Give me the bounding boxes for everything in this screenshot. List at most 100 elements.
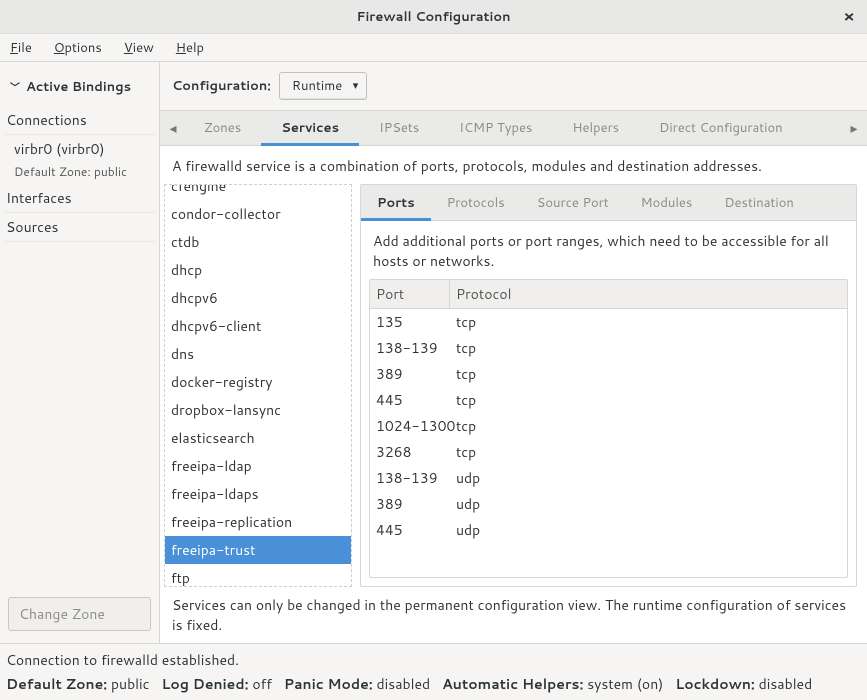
port-cell: 138-139 xyxy=(376,468,456,488)
subtab-modules[interactable]: Modules xyxy=(625,185,709,221)
subtab-source-port[interactable]: Source Port xyxy=(521,185,625,221)
status-auto-helpers-v: system (on) xyxy=(587,674,663,694)
status-lockdown-k: Lockdown: xyxy=(675,674,755,694)
subtab-ports[interactable]: Ports xyxy=(361,185,431,221)
ports-row[interactable]: 445udp xyxy=(370,517,847,543)
tab-services[interactable]: Services xyxy=(261,110,359,146)
status-lockdown-v: disabled xyxy=(759,674,813,694)
ports-desc: Add additional ports or port ranges, whi… xyxy=(361,221,856,279)
service-item[interactable]: dhcpv6 xyxy=(165,284,351,312)
menu-view[interactable]: View xyxy=(120,37,158,59)
protocol-cell: tcp xyxy=(456,416,476,436)
service-item[interactable]: dhcp xyxy=(165,256,351,284)
config-dropdown[interactable]: Runtime xyxy=(279,72,367,100)
service-item[interactable]: dropbox-lansync xyxy=(165,396,351,424)
ports-header-port[interactable]: Port xyxy=(370,280,450,308)
config-row: Configuration: Runtime xyxy=(160,62,867,110)
ports-row[interactable]: 138-139udp xyxy=(370,465,847,491)
tab-zones[interactable]: Zones xyxy=(184,110,261,146)
service-item[interactable]: freeipa-ldaps xyxy=(165,480,351,508)
tab-scroll-right-icon[interactable]: ▸ xyxy=(843,118,865,138)
menu-file[interactable]: File xyxy=(6,37,36,59)
statusbar-connection: Connection to firewalld established. xyxy=(0,643,867,672)
ports-row[interactable]: 3268tcp xyxy=(370,439,847,465)
main-tabbar: ◂ Zones Services IPSets ICMP Types Helpe… xyxy=(160,110,867,146)
service-list[interactable]: cfenginecondor-collectorctdbdhcpdhcpv6dh… xyxy=(164,184,352,587)
menu-help[interactable]: Help xyxy=(172,37,208,59)
status-default-zone-k: Default Zone: xyxy=(6,674,107,694)
protocol-cell: tcp xyxy=(456,442,476,462)
sources-header: Sources xyxy=(4,213,155,242)
statusbar-info: Default Zone: public Log Denied: off Pan… xyxy=(0,672,867,700)
service-item[interactable]: dhcpv6-client xyxy=(165,312,351,340)
ports-header-protocol[interactable]: Protocol xyxy=(450,280,517,308)
services-desc: A firewalld service is a combination of … xyxy=(160,146,867,184)
protocol-cell: udp xyxy=(456,520,480,540)
sidebar: ﹀ Active Bindings Connections virbr0 (vi… xyxy=(0,62,160,643)
status-default-zone-v: public xyxy=(111,674,149,694)
protocol-cell: tcp xyxy=(456,364,476,384)
service-item[interactable]: dns xyxy=(165,340,351,368)
config-label: Configuration: xyxy=(172,77,271,95)
main-area: ﹀ Active Bindings Connections virbr0 (vi… xyxy=(0,62,867,643)
menubar: File Options View Help xyxy=(0,34,867,62)
protocol-cell: tcp xyxy=(456,390,476,410)
port-cell: 445 xyxy=(376,520,456,540)
protocol-cell: udp xyxy=(456,494,480,514)
port-cell: 3268 xyxy=(376,442,456,462)
interfaces-header: Interfaces xyxy=(4,184,155,213)
port-cell: 135 xyxy=(376,312,456,332)
tab-scroll-left-icon[interactable]: ◂ xyxy=(162,118,184,138)
protocol-cell: tcp xyxy=(456,312,476,332)
change-zone-button[interactable]: Change Zone xyxy=(8,597,151,631)
content: Configuration: Runtime ◂ Zones Services … xyxy=(160,62,867,643)
service-item[interactable]: cfengine xyxy=(165,184,351,200)
protocol-cell: udp xyxy=(456,468,480,488)
service-item[interactable]: ftp xyxy=(165,564,351,587)
ports-row[interactable]: 1024-1300tcp xyxy=(370,413,847,439)
active-bindings-toggle[interactable]: ﹀ Active Bindings xyxy=(4,74,155,106)
chevron-down-icon: ﹀ xyxy=(10,79,20,95)
service-item[interactable]: freeipa-ldap xyxy=(165,452,351,480)
ports-table: Port Protocol 135tcp138-139tcp389tcp445t… xyxy=(369,279,848,578)
active-bindings-label: Active Bindings xyxy=(26,78,131,96)
port-cell: 389 xyxy=(376,494,456,514)
connection-item[interactable]: virbr0 (virbr0) xyxy=(4,135,155,163)
services-body: cfenginecondor-collectorctdbdhcpdhcpv6dh… xyxy=(160,184,867,587)
status-panic-mode-k: Panic Mode: xyxy=(284,674,373,694)
ports-header-row: Port Protocol xyxy=(370,280,847,309)
status-auto-helpers-k: Automatic Helpers: xyxy=(442,674,583,694)
close-icon[interactable]: × xyxy=(841,8,857,24)
protocol-cell: tcp xyxy=(456,338,476,358)
subtab-protocols[interactable]: Protocols xyxy=(431,185,521,221)
ports-row[interactable]: 135tcp xyxy=(370,309,847,335)
port-cell: 138-139 xyxy=(376,338,456,358)
status-log-denied-k: Log Denied: xyxy=(161,674,248,694)
subtab-destination[interactable]: Destination xyxy=(708,185,810,221)
status-panic-mode-v: disabled xyxy=(377,674,431,694)
tab-icmp-types[interactable]: ICMP Types xyxy=(439,110,552,146)
services-footer: Services can only be changed in the perm… xyxy=(160,587,867,643)
service-item[interactable]: condor-collector xyxy=(165,200,351,228)
service-detail-pane: Ports Protocols Source Port Modules Dest… xyxy=(360,184,857,587)
titlebar: Firewall Configuration × xyxy=(0,0,867,34)
service-item[interactable]: ctdb xyxy=(165,228,351,256)
service-item[interactable]: elasticsearch xyxy=(165,424,351,452)
tab-direct[interactable]: Direct Configuration xyxy=(639,110,803,146)
tab-helpers[interactable]: Helpers xyxy=(552,110,639,146)
ports-row[interactable]: 445tcp xyxy=(370,387,847,413)
ports-row[interactable]: 389tcp xyxy=(370,361,847,387)
menu-options[interactable]: Options xyxy=(50,37,106,59)
window-title: Firewall Configuration xyxy=(357,8,511,26)
service-item[interactable]: freeipa-trust xyxy=(165,536,351,564)
port-cell: 1024-1300 xyxy=(376,416,456,436)
port-cell: 389 xyxy=(376,364,456,384)
service-item[interactable]: docker-registry xyxy=(165,368,351,396)
status-log-denied-v: off xyxy=(252,674,272,694)
ports-row[interactable]: 389udp xyxy=(370,491,847,517)
connection-zone: Default Zone: public xyxy=(4,163,155,184)
service-item[interactable]: freeipa-replication xyxy=(165,508,351,536)
ports-row[interactable]: 138-139tcp xyxy=(370,335,847,361)
tab-ipsets[interactable]: IPSets xyxy=(359,110,439,146)
detail-tabbar: Ports Protocols Source Port Modules Dest… xyxy=(361,185,856,221)
